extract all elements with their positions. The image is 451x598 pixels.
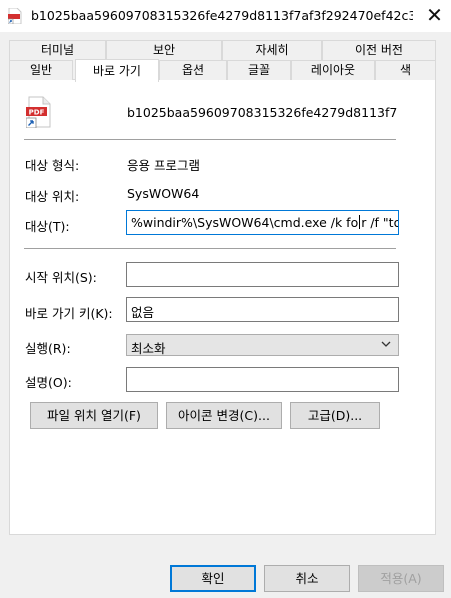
title-bar: b1025baa59609708315326fe4279d8113f7af3f2…	[0, 0, 451, 32]
shortcut-key-label: 바로 가기 키(K):	[25, 306, 113, 321]
tab-shortcut[interactable]: 바로 가기	[75, 59, 159, 82]
comment-input[interactable]	[126, 367, 399, 392]
target-type-value: 응용 프로그램	[127, 158, 200, 173]
change-icon-button[interactable]: 아이콘 변경(C)...	[166, 402, 282, 429]
divider	[24, 248, 396, 249]
svg-text:PDF: PDF	[29, 108, 45, 116]
target-location-value: SysWOW64	[127, 186, 200, 201]
target-type-label: 대상 형식:	[25, 158, 80, 173]
open-file-location-button[interactable]: 파일 위치 열기(F)	[30, 402, 158, 429]
close-icon: ✕	[426, 3, 443, 27]
shortcut-key-input[interactable]: 없음	[126, 297, 399, 322]
close-button[interactable]: ✕	[418, 0, 451, 32]
cancel-button[interactable]: 취소	[264, 565, 350, 592]
pdf-shortcut-icon: PDF	[26, 96, 51, 128]
tab-colors[interactable]: 색	[375, 60, 436, 80]
run-select-value: 최소화	[131, 341, 166, 356]
divider	[24, 139, 396, 140]
tab-details[interactable]: 자세히	[222, 40, 322, 60]
tab-row-bottom: 일반 바로 가기 옵션 글꼴 레이아웃 색	[9, 59, 436, 82]
tab-terminal[interactable]: 터미널	[9, 40, 106, 60]
apply-button[interactable]: 적용(A)	[358, 565, 444, 592]
run-label: 실행(R):	[25, 341, 71, 356]
pdf-icon	[8, 8, 22, 24]
tab-font[interactable]: 글꼴	[227, 60, 291, 80]
start-in-label: 시작 위치(S):	[25, 270, 97, 285]
advanced-button[interactable]: 고급(D)...	[290, 402, 380, 429]
tab-previous-versions[interactable]: 이전 버전	[322, 40, 436, 60]
ok-button[interactable]: 확인	[170, 565, 256, 592]
target-location-label: 대상 위치:	[25, 189, 80, 204]
run-select[interactable]: 최소화	[126, 334, 399, 356]
window-title: b1025baa59609708315326fe4279d8113f7af3f2…	[31, 8, 413, 23]
tab-security[interactable]: 보안	[106, 40, 222, 60]
tab-general[interactable]: 일반	[9, 60, 73, 80]
tab-layout[interactable]: 레이아웃	[291, 60, 375, 80]
chevron-down-icon	[381, 341, 391, 347]
target-label: 대상(T):	[25, 219, 70, 234]
tab-options[interactable]: 옵션	[159, 60, 227, 80]
tab-row-top: 터미널 보안 자세히 이전 버전	[9, 40, 436, 60]
shortcut-name[interactable]: b1025baa59609708315326fe4279d8113f7af3f2…	[127, 105, 397, 120]
target-input[interactable]: %windir%\SysWOW64\cmd.exe /k for /f "tok…	[126, 210, 399, 235]
comment-label: 설명(O):	[25, 375, 72, 390]
start-in-input[interactable]	[126, 262, 399, 287]
